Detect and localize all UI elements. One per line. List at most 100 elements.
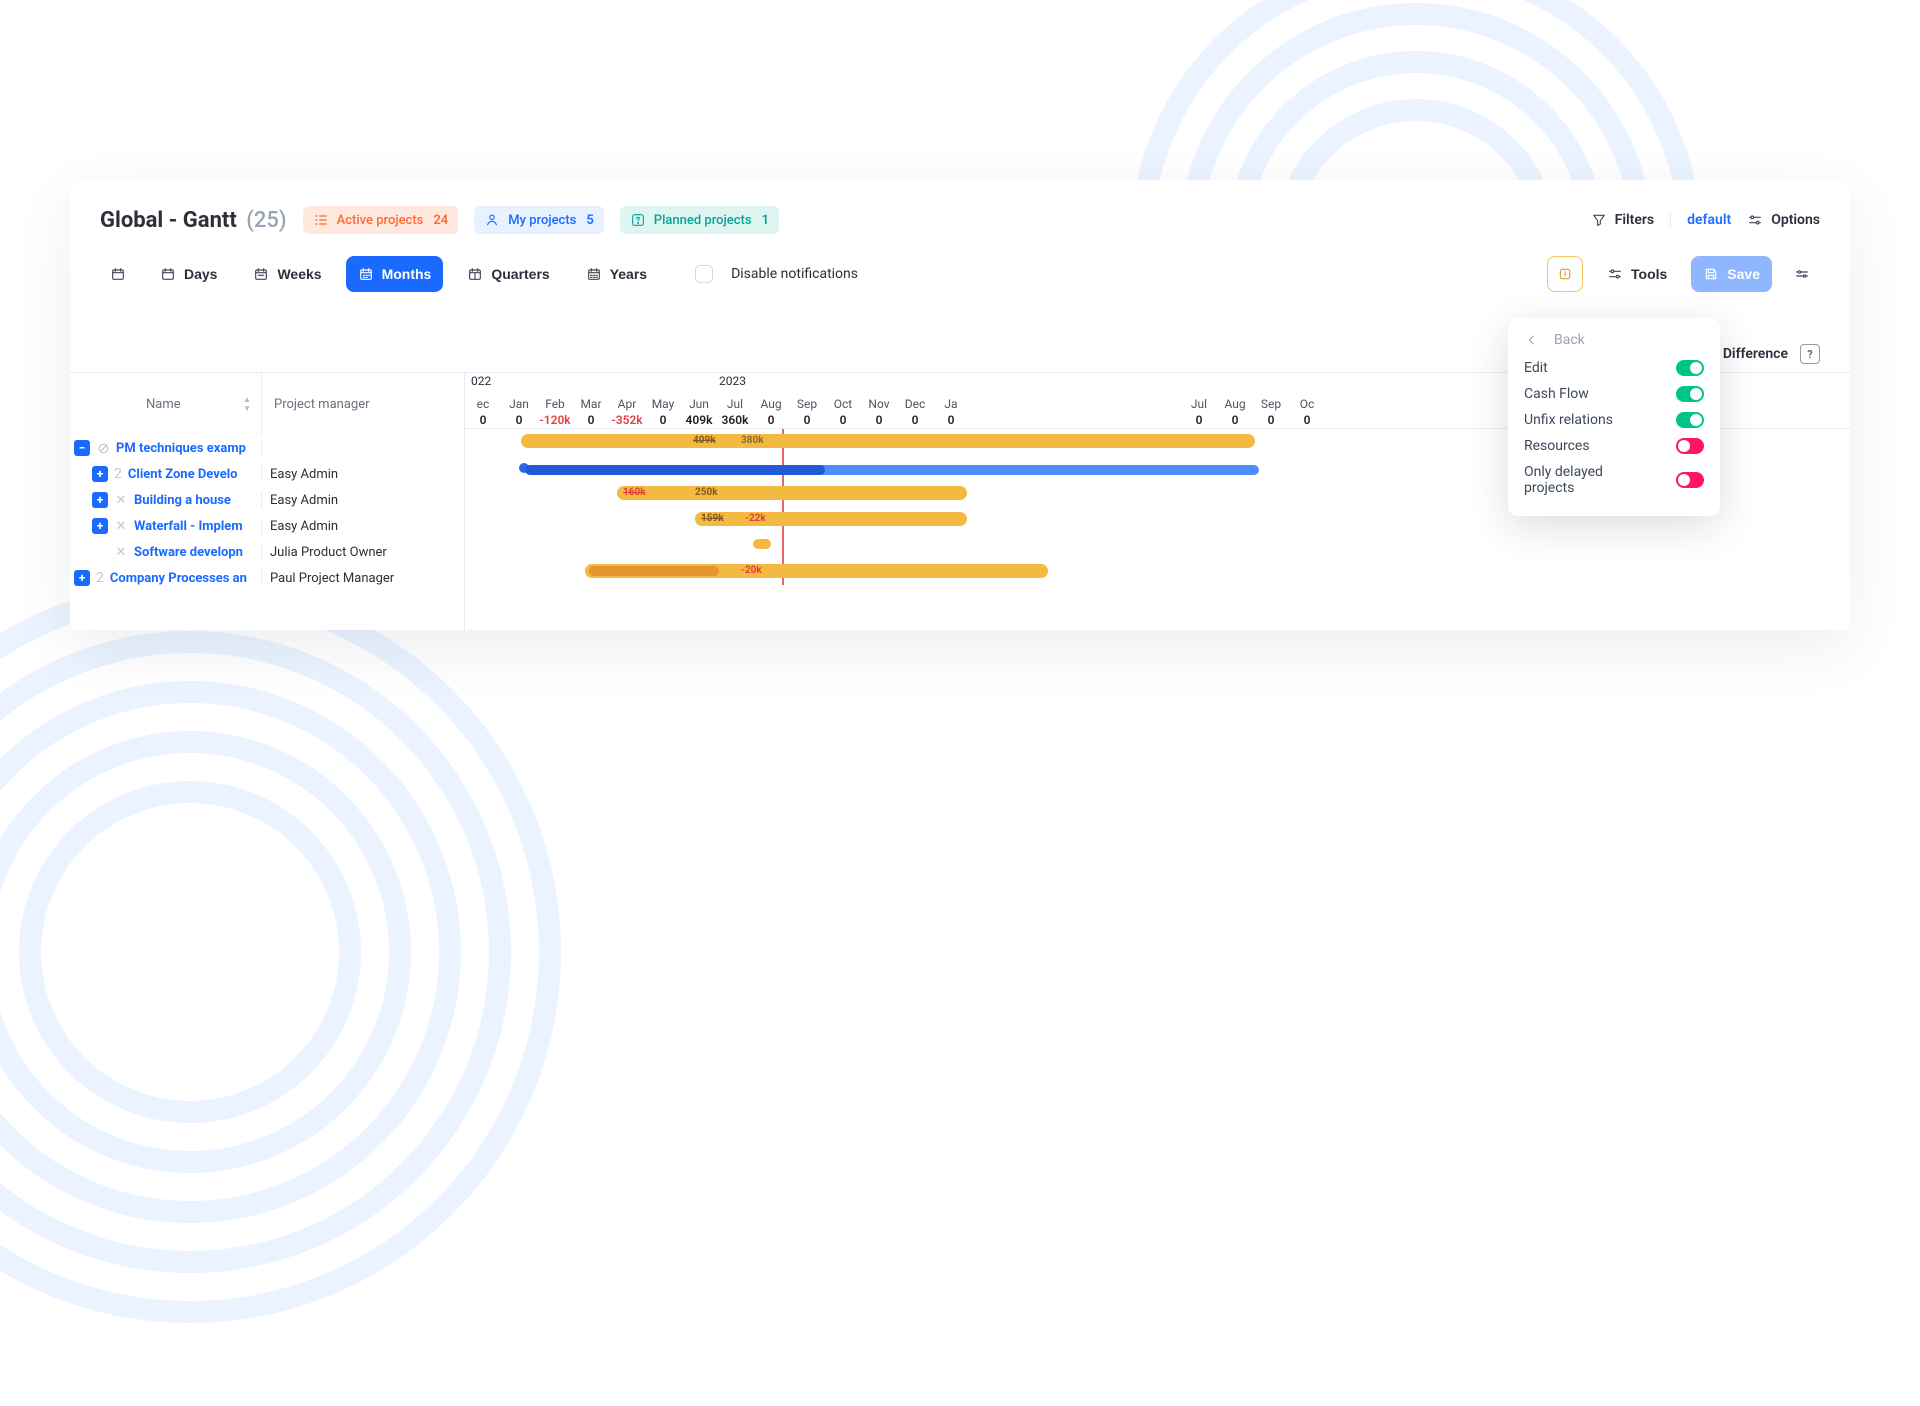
- toggle-delayed-row: Only delayed projects: [1524, 464, 1704, 496]
- table-row[interactable]: − PM techniques examp: [70, 435, 464, 461]
- tools-dropdown: Back Edit Cash Flow Unfix relations Reso…: [1508, 318, 1720, 516]
- toggle-unfix[interactable]: [1676, 412, 1704, 428]
- project-name[interactable]: Software developn: [134, 545, 243, 560]
- chip-active-projects[interactable]: Active projects 24: [303, 206, 459, 234]
- project-manager-cell: Julia Product Owner: [262, 545, 464, 560]
- toggle-unfix-row: Unfix relations: [1524, 412, 1704, 428]
- calendar-plain-button[interactable]: [100, 256, 136, 292]
- page-title: Global - Gantt (25): [100, 208, 287, 233]
- year-2023: 2023: [719, 374, 746, 388]
- bar-pm-techniques[interactable]: 409k 380k: [521, 434, 1255, 448]
- info-button[interactable]: [1547, 256, 1583, 292]
- month-cell: Feb: [537, 391, 573, 411]
- separator: [1670, 212, 1671, 228]
- cash-cell: -120k: [537, 411, 573, 428]
- overflow-settings-button[interactable]: [1784, 256, 1820, 292]
- options-button[interactable]: Options: [1747, 212, 1820, 228]
- header-right: Filters default Options: [1591, 212, 1820, 228]
- month-cell: Dec: [897, 391, 933, 411]
- cash-cell: 0: [753, 411, 789, 428]
- bar-building-house[interactable]: 160k 250k: [617, 486, 967, 500]
- chip-planned-projects[interactable]: Planned projects 1: [620, 206, 779, 234]
- project-name[interactable]: Waterfall - Implem: [134, 519, 243, 534]
- list-icon: [313, 212, 329, 228]
- filters-button[interactable]: Filters: [1591, 212, 1654, 228]
- chip-my-projects[interactable]: My projects 5: [474, 206, 604, 234]
- user-icon: [484, 212, 500, 228]
- bar-software-dev[interactable]: [753, 539, 771, 549]
- toggle-edit[interactable]: [1676, 360, 1704, 376]
- months-button[interactable]: Months: [346, 256, 444, 292]
- cash-cell: 0: [1181, 411, 1217, 428]
- col-name-header[interactable]: Name ▲▼: [70, 373, 262, 435]
- table-row[interactable]: ✕Software developnJulia Product Owner: [70, 539, 464, 565]
- days-button[interactable]: Days: [148, 256, 229, 292]
- month-cell: Oc: [1289, 391, 1325, 411]
- toggle-cash-row: Cash Flow: [1524, 386, 1704, 402]
- project-manager-cell: Easy Admin: [262, 493, 464, 508]
- row-count-badge: 2: [96, 570, 104, 586]
- month-cell: Nov: [861, 391, 897, 411]
- toggle-delayed[interactable]: [1676, 472, 1704, 488]
- cash-cell: 0: [861, 411, 897, 428]
- difference-label[interactable]: Difference: [1723, 346, 1788, 362]
- month-cell: Aug: [753, 391, 789, 411]
- toggle-cash[interactable]: [1676, 386, 1704, 402]
- years-button[interactable]: Years: [574, 256, 659, 292]
- dropdown-back[interactable]: Back: [1524, 332, 1704, 348]
- cash-cell: 360k: [717, 411, 753, 428]
- funnel-icon: [1591, 212, 1607, 228]
- table-row[interactable]: + ✕ Building a house Easy Admin: [70, 487, 464, 513]
- expand-icon[interactable]: +: [92, 492, 108, 508]
- expand-icon[interactable]: +: [74, 570, 90, 586]
- year-2022: 022: [471, 374, 491, 388]
- project-name[interactable]: Client Zone Develo: [128, 467, 238, 482]
- toolbar: Days Weeks Months Quarters Years: [70, 234, 1850, 292]
- bar-company-processes[interactable]: -20k: [585, 564, 1048, 578]
- x-icon: ✕: [114, 493, 128, 507]
- expand-icon[interactable]: +: [92, 518, 108, 534]
- month-cell: Sep: [789, 391, 825, 411]
- null-icon: [96, 441, 110, 455]
- default-filter-link[interactable]: default: [1687, 212, 1731, 228]
- weeks-button[interactable]: Weeks: [241, 256, 333, 292]
- left-rows: −PM techniques examp+2Client Zone Develo…: [70, 435, 464, 591]
- cash-cell: -352k: [609, 411, 645, 428]
- info-icon: [1557, 266, 1573, 282]
- question-box-icon: [630, 212, 646, 228]
- month-cell: Jun: [681, 391, 717, 411]
- table-row[interactable]: +✕Waterfall - ImplemEasy Admin: [70, 513, 464, 539]
- difference-help-icon[interactable]: ?: [1800, 344, 1820, 364]
- toggle-resources-label: Resources: [1524, 438, 1590, 454]
- bg-rings-bottom: [0, 502, 640, 1406]
- table-row[interactable]: +2 Company Processes an Paul Project Manag…: [70, 565, 464, 591]
- chevron-left-icon: [1524, 332, 1540, 348]
- save-button[interactable]: Save: [1691, 256, 1772, 292]
- quarters-button[interactable]: Quarters: [455, 256, 561, 292]
- header-row: Global - Gantt (25) Active projects 24 M…: [70, 180, 1850, 234]
- disable-notifications-checkbox[interactable]: [695, 265, 713, 283]
- col-pm-header[interactable]: Project manager: [262, 373, 464, 435]
- month-cell: Aug: [1217, 391, 1253, 411]
- toggle-cash-label: Cash Flow: [1524, 386, 1589, 402]
- disable-notifications-label: Disable notifications: [731, 266, 858, 282]
- table-row[interactable]: +2Client Zone DeveloEasy Admin: [70, 461, 464, 487]
- month-cell: Ja: [933, 391, 969, 411]
- cash-cell: 0: [1217, 411, 1253, 428]
- calendar-month-icon: [358, 266, 374, 282]
- toggle-resources[interactable]: [1676, 438, 1704, 454]
- expand-icon[interactable]: +: [92, 466, 108, 482]
- bar-waterfall[interactable]: 159k -22k: [695, 512, 967, 526]
- project-name[interactable]: Building a house: [134, 493, 231, 508]
- collapse-icon[interactable]: −: [74, 440, 90, 456]
- month-cell: Apr: [609, 391, 645, 411]
- cash-cell: 0: [501, 411, 537, 428]
- project-manager-cell: Paul Project Manager: [262, 571, 464, 586]
- project-name[interactable]: PM techniques examp: [116, 441, 246, 456]
- month-cell: Jul: [717, 391, 753, 411]
- sliders-small-icon: [1794, 266, 1810, 282]
- cash-cell: 0: [897, 411, 933, 428]
- project-name[interactable]: Company Processes an: [110, 571, 247, 586]
- tools-button[interactable]: Tools: [1595, 256, 1679, 292]
- calendar-icon: [110, 266, 126, 282]
